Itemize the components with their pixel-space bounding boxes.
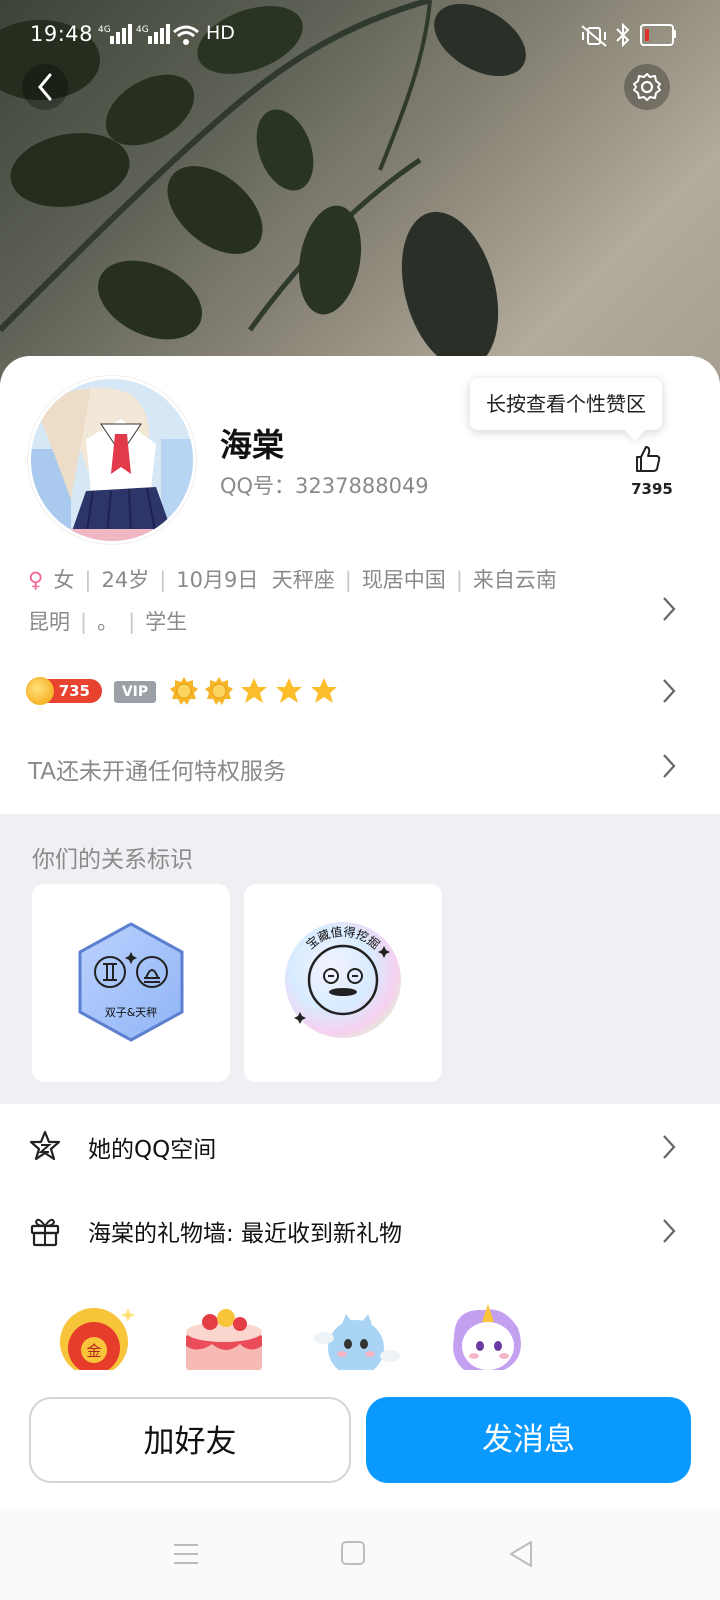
gemini-libra-badge-icon: 双子&天秤 xyxy=(78,922,184,1042)
avatar[interactable] xyxy=(28,376,196,544)
gift-wall-label: 海棠的礼物墙: 最近收到新礼物 xyxy=(88,1221,403,1247)
info-note: 。 xyxy=(97,610,119,634)
gift-gold-pouch[interactable]: 金 xyxy=(50,1298,138,1370)
profile-name: 海棠 xyxy=(220,426,285,464)
svg-text:4G: 4G xyxy=(98,25,111,35)
qzone-star-icon xyxy=(29,1130,61,1161)
gear-icon xyxy=(633,73,661,101)
svg-text:4G: 4G xyxy=(136,25,149,35)
hd-indicator: HD xyxy=(206,22,235,44)
bluetooth-icon xyxy=(614,22,632,52)
gift-blue-dino[interactable] xyxy=(312,1298,400,1370)
qzone-label: 她的QQ空间 xyxy=(88,1137,217,1163)
info-residence: 现居中国 xyxy=(361,568,446,592)
relationship-badge-card[interactable]: 宝藏值得挖掘 xyxy=(244,884,442,1082)
profile-info-line2: 昆明 |。 | 学生 xyxy=(28,610,188,634)
settings-button[interactable] xyxy=(624,64,670,110)
star-icon xyxy=(276,678,302,703)
gender-icon: ♀ xyxy=(28,568,44,592)
sun-icon xyxy=(205,677,233,705)
info-gender: 女 xyxy=(53,568,75,592)
send-message-button[interactable]: 发消息 xyxy=(366,1397,691,1483)
unicorn-icon xyxy=(453,1304,521,1370)
home-icon[interactable] xyxy=(340,1540,366,1566)
info-birthday: 10月9日 xyxy=(176,568,259,592)
badge-label: 双子&天秤 xyxy=(105,1006,158,1019)
sun-icon xyxy=(170,677,198,705)
treasure-badge-icon: 宝藏值得挖掘 xyxy=(285,922,401,1038)
qq-number: QQ号：3237888049 xyxy=(220,474,429,498)
gift-unicorn[interactable] xyxy=(444,1298,532,1370)
star-icon xyxy=(241,678,267,703)
gift-cake[interactable] xyxy=(180,1298,268,1370)
chevron-right-icon xyxy=(663,1219,676,1243)
status-time: 19:48 xyxy=(30,22,94,46)
info-hometown: 来自云南 xyxy=(472,568,557,592)
chevron-right-icon xyxy=(663,1135,676,1159)
vip-badge[interactable]: VIP xyxy=(114,681,156,703)
wifi-icon xyxy=(172,24,200,50)
svg-text:金: 金 xyxy=(86,1342,101,1360)
chevron-right-icon[interactable] xyxy=(662,753,676,779)
blue-dino-icon xyxy=(314,1314,400,1370)
info-constellation: 天秤座 xyxy=(271,568,335,592)
status-bar: 19:48 4G 4G HD xyxy=(0,0,720,72)
chevron-right-icon[interactable] xyxy=(662,678,676,704)
coin-icon xyxy=(26,677,54,705)
system-navigation-bar xyxy=(0,1508,720,1600)
back-triangle-icon[interactable] xyxy=(508,1540,534,1568)
menu-icon[interactable] xyxy=(172,1542,200,1566)
relationship-title: 你们的关系标识 xyxy=(32,847,193,873)
info-occupation: 学生 xyxy=(145,610,188,634)
like-count: 7395 xyxy=(631,480,673,498)
thumbs-up-icon xyxy=(636,446,661,472)
cake-icon xyxy=(186,1309,262,1370)
battery-icon xyxy=(640,24,674,46)
star-icon xyxy=(311,678,337,703)
gold-pouch-icon: 金 xyxy=(60,1308,135,1370)
add-friend-button[interactable]: 加好友 xyxy=(29,1397,351,1483)
profile-info[interactable]: ♀ 女 | 24岁 | 10月9日 天秤座 | 现居中国 | 来自云南 xyxy=(28,564,557,594)
like-button[interactable] xyxy=(632,444,662,478)
gift-wall-row[interactable]: 海棠的礼物墙: 最近收到新礼物 xyxy=(0,1188,720,1272)
info-hometown-city: 昆明 xyxy=(28,610,70,634)
info-age: 24岁 xyxy=(101,568,150,592)
relationship-badge-card[interactable]: 双子&天秤 xyxy=(32,884,230,1082)
chevron-right-icon[interactable] xyxy=(662,596,676,622)
privilege-status[interactable]: TA还未开通任何特权服务 xyxy=(28,752,286,786)
chevron-left-icon xyxy=(38,73,52,101)
gift-icon xyxy=(30,1218,60,1247)
back-button[interactable] xyxy=(22,64,68,110)
vibrate-off-icon xyxy=(580,24,608,52)
qzone-row[interactable]: 她的QQ空间 xyxy=(0,1104,720,1188)
